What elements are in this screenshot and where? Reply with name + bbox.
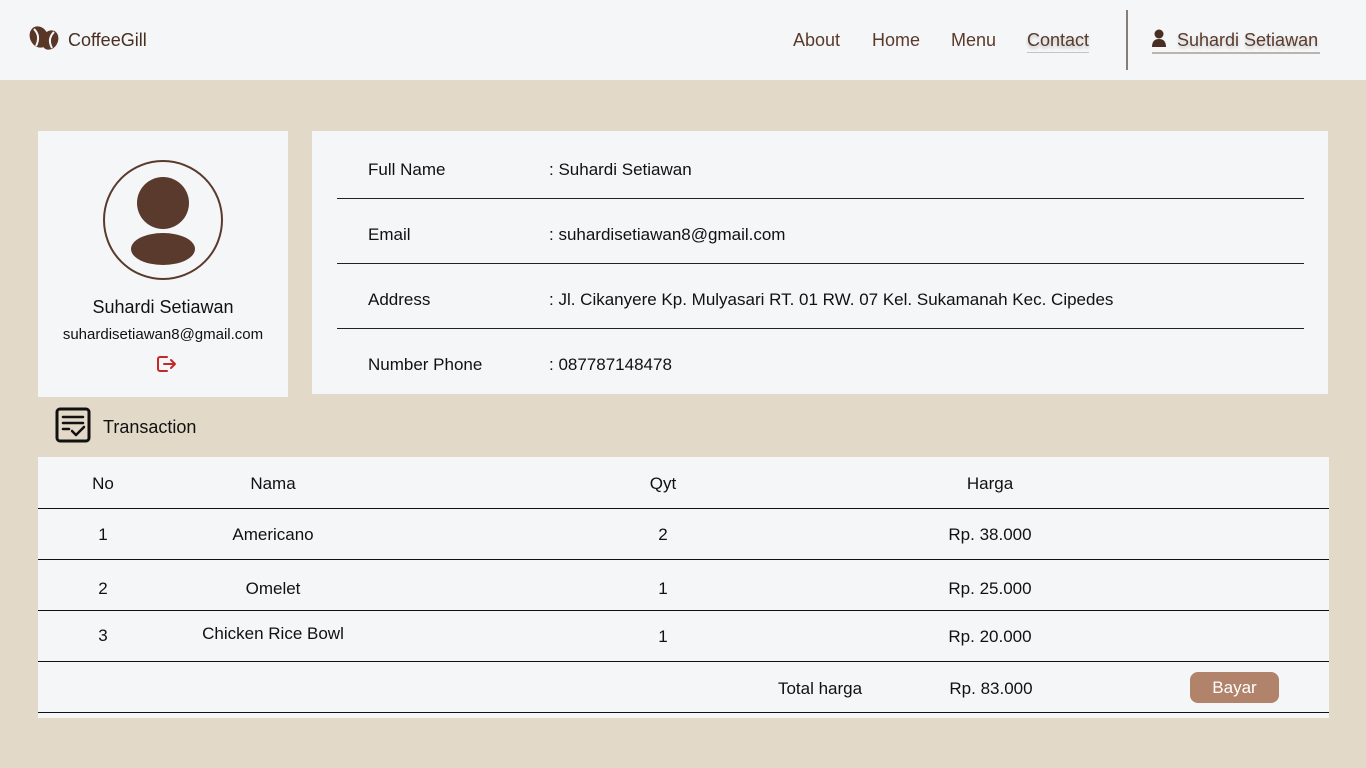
receipt-check-icon <box>55 407 91 448</box>
user-icon <box>1152 29 1166 52</box>
table-header-row: No Nama Qyt Harga <box>38 457 1329 509</box>
nav-link-about[interactable]: About <box>793 30 840 51</box>
cell-harga: Rp. 38.000 <box>948 525 1032 544</box>
table-total-row: Total harga Rp. 83.000 Bayar <box>38 662 1329 713</box>
pay-button[interactable]: Bayar <box>1190 672 1279 703</box>
table-row: 3 Chicken Rice Bowl 1 Rp. 20.000 <box>38 611 1329 662</box>
cell-no: 1 <box>98 525 108 544</box>
nav-link-contact[interactable]: Contact <box>1027 30 1090 53</box>
logout-icon[interactable] <box>156 354 178 374</box>
info-row-fullname: Full Name : Suhardi Setiawan <box>337 134 1304 199</box>
cell-no: 2 <box>98 579 108 598</box>
info-label: Email <box>368 225 411 244</box>
column-header-no: No <box>92 474 114 493</box>
info-value: : Jl. Cikanyere Kp. Mulyasari RT. 01 RW.… <box>549 290 1114 309</box>
cell-qyt: 1 <box>658 627 668 646</box>
table-row: 2 Omelet 1 Rp. 25.000 <box>38 560 1329 611</box>
nav-link-menu[interactable]: Menu <box>951 30 996 51</box>
avatar-icon <box>131 177 195 265</box>
avatar <box>103 160 223 280</box>
nav-divider <box>1126 10 1128 70</box>
cell-nama: Omelet <box>245 579 301 598</box>
column-header-harga: Harga <box>966 474 1014 493</box>
transaction-title: Transaction <box>103 416 197 437</box>
navbar: CoffeeGill About Home Menu Contact Suhar… <box>0 0 1366 80</box>
brand[interactable]: CoffeeGill <box>28 24 147 57</box>
coffee-beans-icon <box>28 24 60 57</box>
info-row-email: Email : suhardisetiawan8@gmail.com <box>337 199 1304 264</box>
info-label: Number Phone <box>368 355 483 374</box>
cell-harga: Rp. 20.000 <box>948 627 1032 646</box>
cell-nama: Chicken Rice Bowl <box>202 624 344 643</box>
info-row-phone: Number Phone : 087787148478 <box>337 329 1304 394</box>
cell-no: 3 <box>98 626 108 645</box>
column-header-nama: Nama <box>250 474 296 493</box>
info-label: Address <box>368 290 431 309</box>
profile-card: Suhardi Setiawan suhardisetiawan8@gmail.… <box>38 131 288 397</box>
info-value: : 087787148478 <box>549 355 672 374</box>
info-value: : suhardisetiawan8@gmail.com <box>549 225 786 244</box>
table-row: 1 Americano 2 Rp. 38.000 <box>38 509 1329 560</box>
total-label: Total harga <box>777 679 863 698</box>
cell-harga: Rp. 25.000 <box>948 579 1032 598</box>
column-header-qyt: Qyt <box>649 474 677 493</box>
nav-user-name: Suhardi Setiawan <box>1177 29 1319 50</box>
transaction-heading: Transaction <box>55 407 197 448</box>
profile-email: suhardisetiawan8@gmail.com <box>62 326 264 343</box>
profile-name: Suhardi Setiawan <box>92 297 234 317</box>
cell-nama: Americano <box>232 525 314 544</box>
cell-qyt: 2 <box>658 525 668 544</box>
info-value: : Suhardi Setiawan <box>549 160 692 179</box>
total-value: Rp. 83.000 <box>949 679 1033 698</box>
transaction-table: No Nama Qyt Harga 1 Americano 2 Rp. 38.0… <box>38 457 1329 718</box>
info-label: Full Name <box>368 160 446 179</box>
cell-qyt: 1 <box>658 579 668 598</box>
nav-user-profile[interactable]: Suhardi Setiawan <box>1152 28 1321 54</box>
brand-name: CoffeeGill <box>68 29 147 50</box>
profile-info-card: Full Name : Suhardi Setiawan Email : suh… <box>312 131 1328 394</box>
nav-link-home[interactable]: Home <box>872 30 920 51</box>
info-row-address: Address : Jl. Cikanyere Kp. Mulyasari RT… <box>337 264 1304 329</box>
